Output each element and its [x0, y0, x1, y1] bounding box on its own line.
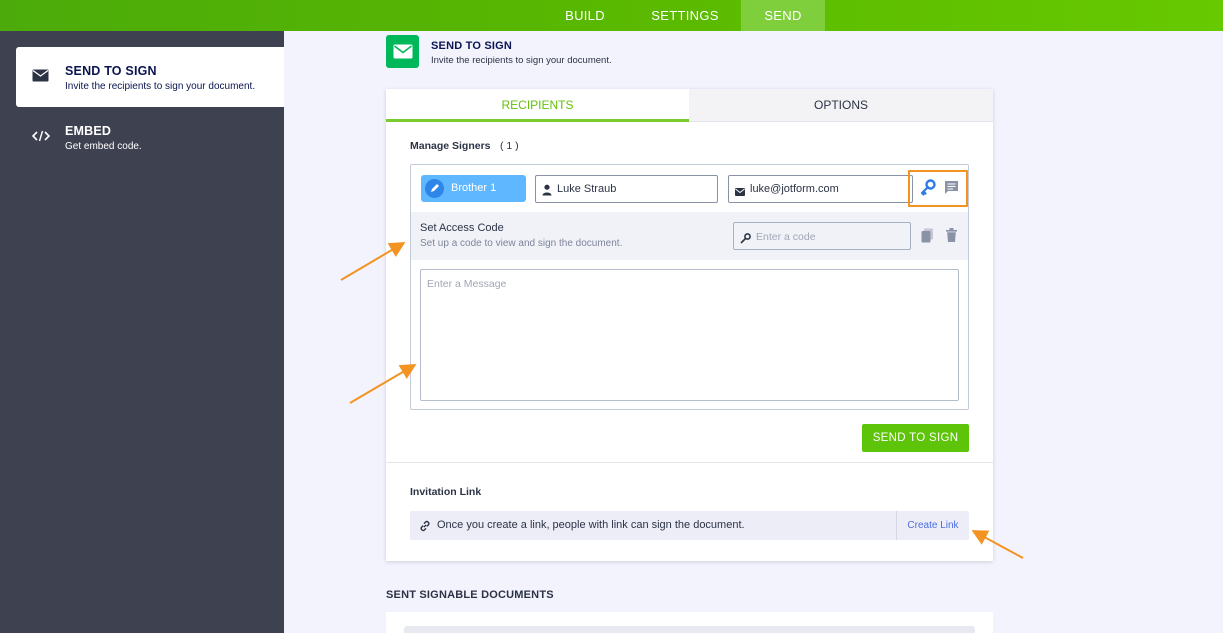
- sidebar-item-subtitle: Invite the recipients to sign your docum…: [65, 81, 256, 92]
- page-subtitle: Invite the recipients to sign your docum…: [431, 55, 612, 66]
- sent-documents-card: [386, 612, 993, 633]
- key-icon: [740, 231, 751, 249]
- pen-icon: [425, 179, 444, 198]
- invitation-link-text: Once you create a link, people with link…: [437, 519, 745, 531]
- signer-panel: Brother 1 Luke Straub luke@jotform.com S…: [410, 164, 969, 410]
- sent-documents-header: [404, 626, 975, 633]
- signer-name-value: Luke Straub: [557, 183, 617, 195]
- access-code-row: Set Access Code Set up a code to view an…: [411, 212, 968, 260]
- manage-signers-label: Manage Signers: [410, 140, 491, 152]
- message-icon[interactable]: [944, 180, 959, 200]
- invitation-link-bar: Once you create a link, people with link…: [410, 511, 969, 540]
- page-title: SEND TO SIGN: [431, 40, 513, 52]
- signer-role-label: Brother 1: [451, 182, 497, 194]
- access-code-input[interactable]: Enter a code: [733, 222, 911, 250]
- envelope-icon: [32, 69, 49, 87]
- user-icon: [542, 183, 552, 201]
- tab-build[interactable]: BUILD: [548, 0, 622, 31]
- access-code-subtitle: Set up a code to view and sign the docum…: [420, 238, 623, 249]
- copy-icon[interactable]: [921, 228, 934, 248]
- signer-count: ( 1 ): [500, 140, 519, 152]
- sent-documents-title: SENT SIGNABLE DOCUMENTS: [386, 589, 554, 601]
- divider: [386, 462, 993, 463]
- access-code-placeholder: Enter a code: [756, 231, 816, 243]
- signer-name-field[interactable]: Luke Straub: [535, 175, 718, 203]
- code-icon: [31, 129, 51, 147]
- top-nav: BUILD SETTINGS SEND: [0, 0, 1223, 31]
- envelope-icon: [386, 35, 419, 68]
- send-card: RECIPIENTS OPTIONS Manage Signers ( 1 ) …: [386, 89, 993, 561]
- sidebar-item-subtitle: Get embed code.: [65, 141, 142, 152]
- key-icon[interactable]: [920, 179, 936, 201]
- highlight-box: [908, 170, 968, 207]
- link-icon: [419, 519, 431, 537]
- access-code-title: Set Access Code: [420, 222, 504, 234]
- sidebar-item-title: EMBED: [65, 124, 112, 138]
- tab-recipients[interactable]: RECIPIENTS: [386, 89, 689, 122]
- tab-settings[interactable]: SETTINGS: [641, 0, 729, 31]
- send-to-sign-button[interactable]: SEND TO SIGN: [862, 424, 969, 452]
- tab-options[interactable]: OPTIONS: [689, 89, 993, 122]
- create-link-button[interactable]: Create Link: [896, 511, 969, 540]
- tab-send[interactable]: SEND: [741, 0, 825, 31]
- trash-icon[interactable]: [946, 228, 957, 247]
- signer-role-chip[interactable]: Brother 1: [421, 175, 526, 202]
- mail-icon: [735, 183, 745, 201]
- message-textarea[interactable]: Enter a Message: [420, 269, 959, 401]
- sidebar-item-embed[interactable]: EMBED Get embed code.: [16, 107, 284, 167]
- sidebar-item-send-to-sign[interactable]: SEND TO SIGN Invite the recipients to si…: [16, 47, 284, 107]
- invitation-link-label: Invitation Link: [410, 486, 482, 498]
- signer-email-field[interactable]: luke@jotform.com: [728, 175, 913, 203]
- message-placeholder: Enter a Message: [427, 278, 507, 290]
- sidebar-item-title: SEND TO SIGN: [65, 64, 157, 78]
- signer-email-value: luke@jotform.com: [750, 183, 839, 195]
- sidebar: SEND TO SIGN Invite the recipients to si…: [0, 31, 284, 633]
